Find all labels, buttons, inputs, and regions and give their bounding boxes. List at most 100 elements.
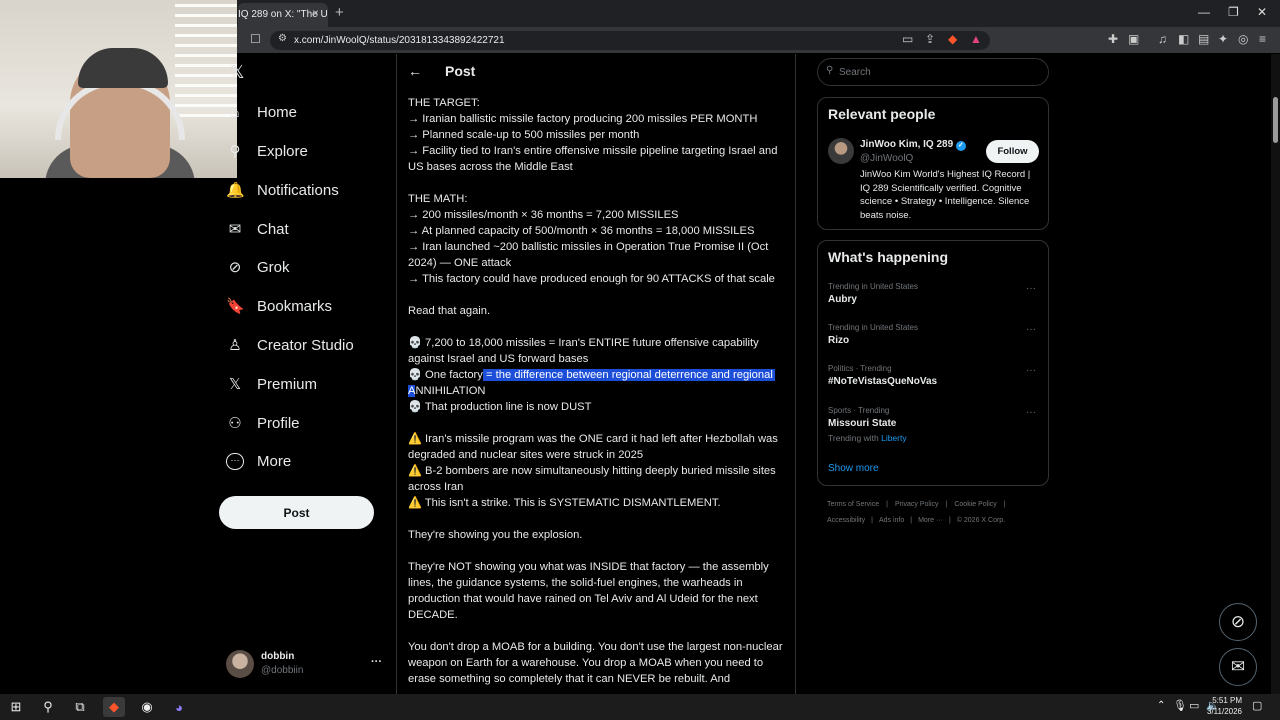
taskbar [0,694,1280,720]
footer-link[interactable]: Accessibility [827,517,865,524]
notification-center-icon[interactable]: ▢ [1252,699,1262,712]
webcam-overlay [0,0,237,178]
trend-item[interactable]: Missouri State [828,418,896,429]
post-paragraph: Read that again. [408,305,491,317]
avatar[interactable] [828,138,854,164]
footer-sep: | [910,517,913,524]
install-icon[interactable]: ▭ [902,32,913,46]
nav-grok[interactable]: ⊘ Grok [226,252,290,282]
trend-more-icon[interactable]: ··· [1026,365,1036,376]
footer-link[interactable]: Ads info [879,517,904,524]
trend-context: Politics · Trending [828,364,892,373]
whats-happening-title: What's happening [828,249,948,265]
brave-browser-icon[interactable]: ◆ [103,697,125,717]
back-arrow-icon[interactable]: ← [408,63,422,79]
minimize-button[interactable]: — [1198,5,1210,19]
nav-label: Profile [257,414,300,432]
scrollbar[interactable] [1271,54,1280,694]
trend-more-icon[interactable]: ··· [1026,407,1036,418]
site-info-icon[interactable]: ⚙ [278,33,287,44]
menu-icon[interactable]: ≡ [1259,32,1266,46]
person-icon: ⚇ [228,415,242,432]
trending-with-link[interactable]: Liberty [881,433,907,443]
post-paragraph: They're showing you the explosion. [408,529,583,541]
close-window-button[interactable]: ✕ [1257,5,1267,19]
trend-more-icon[interactable]: ··· [1026,324,1036,335]
extensions-icon[interactable]: ✚ [1108,32,1118,46]
post-paragraph: They're NOT showing you what was INSIDE … [408,561,772,621]
media-icon[interactable]: ♫ [1158,32,1167,46]
post-button[interactable]: Post [219,496,374,529]
grok-fab-icon[interactable]: ⊘ [1219,603,1257,641]
nav-chat[interactable]: ✉ Chat [226,214,289,244]
trend-more-icon[interactable]: ··· [1026,283,1036,294]
task-view-icon[interactable]: ⧉ [69,697,91,717]
nav-label: Home [257,103,298,121]
footer-link[interactable]: Privacy Policy [895,501,939,508]
nav-label: Notifications [257,181,339,199]
relevant-people-title: Relevant people [828,106,936,122]
brave-rewards-icon[interactable]: ▲ [970,32,982,46]
taskbar-search-icon[interactable]: ⚲ [37,697,59,717]
clock-time[interactable]: 5:51 PM [1209,696,1242,705]
grok-icon: ⊘ [228,259,242,276]
wallet-card-icon[interactable]: ▤ [1198,32,1209,46]
clock-date[interactable]: 3/11/2026 [1200,707,1242,716]
x-logo-icon[interactable]: 𝕏 [230,62,245,83]
nav-premium[interactable]: 𝕏 Premium [226,369,317,399]
trend-item[interactable]: Rizo [828,335,849,346]
account-handle: @dobbiin [261,665,304,676]
share-icon[interactable]: ⇪ [925,32,935,46]
microphone-icon[interactable]: 🎙 [1173,699,1187,712]
messages-fab-icon[interactable]: ✉ [1219,648,1257,686]
app-icon[interactable]: ◉ [136,697,158,717]
footer-link[interactable]: Terms of Service [827,501,879,508]
nav-more[interactable]: ⋯ More [226,446,291,476]
wallet-icon[interactable]: ▣ [1128,32,1139,46]
creator-studio-icon: ♙ [228,337,242,354]
nav-explore[interactable]: ⚲ Explore [226,136,308,166]
follow-button[interactable]: Follow [986,140,1039,163]
tab-close-icon[interactable]: × [312,6,319,20]
sidebar-icon[interactable]: ◧ [1178,32,1189,46]
post-body: THE TARGET: → Iranian ballistic missile … [408,95,792,687]
search-input[interactable]: Search [817,58,1049,86]
network-icon[interactable]: ▭ [1189,699,1199,712]
trend-item[interactable]: #NoTeVistasQueNoVas [828,376,937,387]
brave-shield-icon[interactable]: ◆ [948,32,957,46]
search-icon: ⚲ [229,143,241,160]
url-field[interactable]: x.com/JinWoolQ/status/203181334389242272… [270,31,990,50]
nav-notifications[interactable]: 🔔 Notifications [226,175,339,205]
nav-label: Explore [257,142,308,160]
trend-context: Trending in United States [828,282,918,291]
windows-start-icon[interactable]: ⊞ [5,697,27,717]
new-tab-button[interactable]: + [335,4,344,21]
nav-home[interactable]: ⌂ Home [226,97,297,127]
discord-icon[interactable]: ◕ [168,697,190,717]
show-more-link[interactable]: Show more [828,463,879,474]
verified-badge-icon: ✓ [955,141,966,151]
footer-link[interactable]: More ··· [918,517,943,524]
vpn-icon[interactable]: ◎ [1238,32,1248,46]
scrollbar-thumb[interactable] [1273,97,1278,143]
copyright: © 2026 X Corp. [956,517,1006,524]
nav-bookmarks[interactable]: 🔖 Bookmarks [226,291,332,321]
account-more-icon[interactable]: ··· [371,656,382,668]
page-title: Post [445,63,476,79]
trend-item[interactable]: Aubry [828,294,857,305]
nav-creator-studio[interactable]: ♙ Creator Studio [226,330,353,360]
restore-button[interactable]: ❐ [1228,5,1239,19]
footer-sep: | [945,501,948,508]
tray-chevron-icon[interactable]: ⌃ [1157,700,1165,711]
leo-ai-icon[interactable]: ✦ [1218,32,1228,46]
post-paragraph: You don't drop a MOAB for a building. Yo… [408,641,786,685]
nav-label: More [257,452,292,470]
person-bio: JinWoo Kim World's Highest IQ Record | I… [860,169,1031,221]
person-name[interactable]: JinWoo Kim, IQ 289 ✓ [860,139,966,151]
more-circle-icon: ⋯ [226,452,244,470]
avatar[interactable] [226,650,254,678]
footer-link[interactable]: Cookie Policy [954,501,996,508]
bookmark-page-icon[interactable]: ☐ [250,32,261,46]
nav-profile[interactable]: ⚇ Profile [226,408,300,438]
home-icon: ⌂ [230,103,240,121]
